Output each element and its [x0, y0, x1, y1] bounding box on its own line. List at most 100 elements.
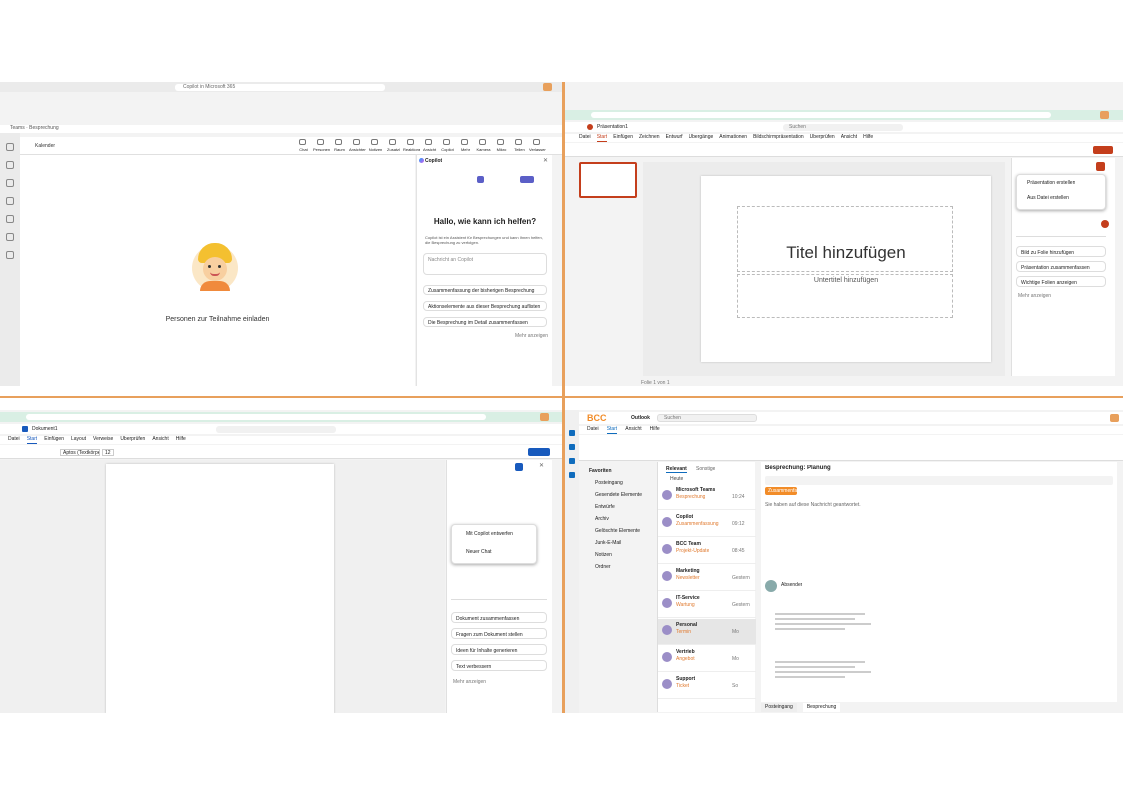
search-box[interactable]: Suchen [657, 414, 757, 422]
folder-item-5[interactable]: Gelöschte Elemente [595, 528, 640, 534]
mail-item[interactable]: Microsoft Teams Besprechung 10:24 [658, 484, 756, 510]
mail-icon[interactable] [569, 430, 575, 436]
mail-item[interactable]: Marketing Newsletter Gestern [658, 565, 756, 591]
document-page[interactable] [106, 464, 334, 713]
chat-icon[interactable] [6, 161, 14, 169]
share-button[interactable] [1093, 146, 1113, 154]
toolbar-icon-13[interactable] [533, 139, 540, 145]
copilot-panel-icon[interactable] [515, 463, 523, 471]
people-icon[interactable] [569, 458, 575, 464]
toolbar-label-7[interactable]: Ansicht [421, 147, 438, 153]
toolbar-icon-3[interactable] [353, 139, 360, 145]
toolbar-label-8[interactable]: Copilot [439, 147, 456, 153]
address-bar[interactable] [591, 112, 1051, 118]
toolbar-label-11[interactable]: Mikro [493, 147, 510, 153]
toolbar-icon-4[interactable] [371, 139, 378, 145]
ribbon-tab-7[interactable]: Hilfe [176, 436, 186, 444]
toolbar-label-1[interactable]: Personen [313, 147, 330, 153]
copilot-input[interactable]: Nachricht an Copilot [423, 253, 547, 275]
share-button[interactable] [528, 448, 550, 456]
folder-item-4[interactable]: Archiv [595, 516, 609, 522]
toolbar-icon-9[interactable] [461, 139, 468, 145]
toolbar-icon-11[interactable] [497, 139, 504, 145]
ribbon-tab-2[interactable]: Ansicht [625, 426, 641, 434]
toolbar-icon-7[interactable] [425, 139, 432, 145]
folder-item-7[interactable]: Notizen [595, 552, 612, 558]
font-select[interactable]: Aptos (Textkörper) [60, 449, 100, 456]
suggestion-3[interactable]: Die Besprechung im Detail zusammenfassen [423, 317, 547, 327]
suggestion-2[interactable]: Aktionselemente aus dieser Besprechung a… [423, 301, 547, 311]
toolbar-label-4[interactable]: Notizen [367, 147, 384, 153]
address-bar[interactable] [26, 414, 486, 420]
suggestion-1[interactable]: Bild zu Folie hinzufügen [1016, 246, 1106, 257]
ribbon-tab-9[interactable]: Ansicht [841, 134, 857, 142]
calendar-icon[interactable] [6, 197, 14, 205]
profile-icon[interactable] [543, 83, 552, 91]
mail-item[interactable]: Copilot Zusammenfassung 09:12 [658, 511, 756, 537]
suggestion-2[interactable]: Fragen zum Dokument stellen [451, 628, 547, 639]
summary-button[interactable]: Zusammenfassung [765, 487, 797, 495]
ribbon-tab-4[interactable]: Verweise [93, 436, 113, 444]
size-select[interactable]: 12 [102, 449, 114, 456]
ribbon-tab-3[interactable]: Hilfe [650, 426, 660, 434]
title-placeholder[interactable]: Titel hinzufügen [737, 206, 953, 272]
calls-icon[interactable] [6, 215, 14, 223]
mail-item[interactable]: BCC Team Projekt-Update 08:45 [658, 538, 756, 564]
toolbar-icon-2[interactable] [335, 139, 342, 145]
doc-title[interactable]: Präsentation1 [597, 124, 628, 130]
toolbar-icon-1[interactable] [317, 139, 324, 145]
toolbar-label-3[interactable]: Ansichten [349, 147, 366, 153]
ribbon-tab-3[interactable]: Layout [71, 436, 86, 444]
mail-item[interactable]: Personal Termin Mo [658, 619, 756, 645]
profile-icon[interactable] [540, 413, 549, 421]
toolbar-icon-0[interactable] [299, 139, 306, 145]
mail-item[interactable]: IT-Service Wartung Gestern [658, 592, 756, 618]
activity-icon[interactable] [6, 143, 14, 151]
ribbon-tab-10[interactable]: Hilfe [863, 134, 873, 142]
ribbon-tab-0[interactable]: Datei [8, 436, 20, 444]
menu-item-from-file[interactable]: Aus Datei erstellen [1027, 195, 1069, 201]
copilot-panel-icon[interactable] [1096, 162, 1105, 171]
ribbon-tab-1[interactable]: Start [26, 436, 38, 444]
suggestion-3[interactable]: Ideen für Inhalte generieren [451, 644, 547, 655]
doc-title[interactable]: Dokument1 [32, 426, 58, 432]
ribbon-tab-0[interactable]: Datei [579, 134, 591, 142]
toolbar-label-10[interactable]: Kamera [475, 147, 492, 153]
ribbon-tab-6[interactable]: Animationen [719, 134, 747, 142]
ribbon-tab-4[interactable]: Entwurf [666, 134, 683, 142]
ribbon-tab-1[interactable]: Start [606, 426, 618, 434]
suggestion-4[interactable]: Text verbessern [451, 660, 547, 671]
more-prompts-link[interactable]: Mehr anzeigen [453, 679, 486, 685]
search-box[interactable] [216, 426, 336, 433]
bottom-tab-meeting[interactable]: Besprechung [802, 703, 841, 712]
ribbon-tab-2[interactable]: Einfügen [613, 134, 633, 142]
todo-icon[interactable] [569, 472, 575, 478]
mail-item[interactable]: Vertrieb Angebot Mo [658, 646, 756, 672]
toolbar-label-9[interactable]: Mehr [457, 147, 474, 153]
folder-item-1[interactable]: Posteingang [595, 480, 623, 486]
teams-icon[interactable] [6, 179, 14, 187]
folder-item-2[interactable]: Gesendete Elemente [595, 492, 642, 498]
search-box[interactable]: Suchen [783, 124, 903, 131]
more-prompts-link[interactable]: Mehr anzeigen [1018, 293, 1051, 299]
search-box[interactable]: Copilot in Microsoft 365 [175, 84, 385, 91]
close-icon[interactable]: ✕ [539, 462, 544, 469]
toolbar-label-0[interactable]: Chat [295, 147, 312, 153]
folder-item-6[interactable]: Junk-E-Mail [595, 540, 621, 546]
toolbar-icon-5[interactable] [389, 139, 396, 145]
ribbon-tab-7[interactable]: Bildschirmpräsentation [753, 134, 804, 142]
toolbar-icon-6[interactable] [407, 139, 414, 145]
subtitle-placeholder[interactable]: Untertitel hinzufügen [737, 274, 953, 318]
calendar-icon[interactable] [569, 444, 575, 450]
menu-item-new-chat[interactable]: Neuer Chat [466, 549, 492, 555]
suggestion-2[interactable]: Präsentation zusammenfassen [1016, 261, 1106, 272]
menu-item-create[interactable]: Präsentation erstellen [1027, 180, 1075, 186]
send-icon[interactable] [1101, 220, 1109, 228]
copilot-input[interactable] [1016, 215, 1109, 237]
filter-tab-focused[interactable]: Relevant [666, 466, 687, 473]
menu-item-draft[interactable]: Mit Copilot entwerfen [466, 531, 513, 537]
slide-thumbnail[interactable] [579, 162, 637, 198]
toolbar-label-5[interactable]: Zusatzl [385, 147, 402, 153]
more-prompts-link[interactable]: Mehr anzeigen [515, 333, 548, 339]
ribbon-tab-5[interactable]: Überprüfen [120, 436, 145, 444]
